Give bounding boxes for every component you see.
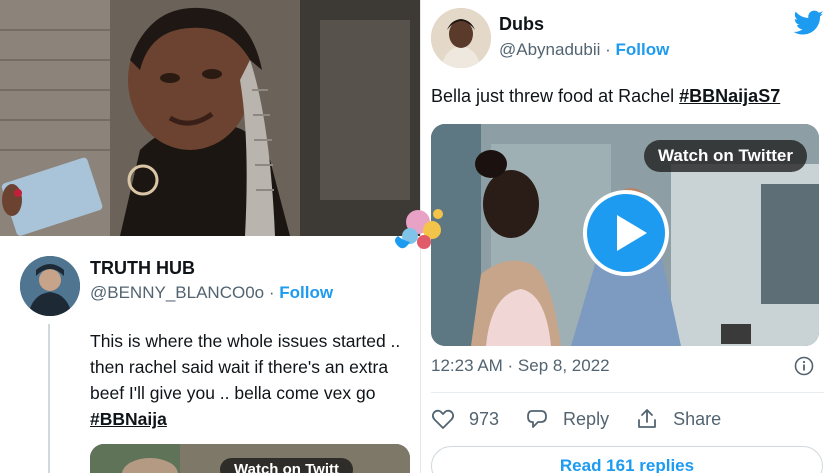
follow-button[interactable]: Follow: [616, 40, 670, 59]
hashtag-link[interactable]: #BBNaijaS7: [679, 86, 780, 106]
tweet-text: Bella just threw food at Rachel #BBNaija…: [431, 86, 780, 107]
author-handle[interactable]: @BENNY_BLANCO0o: [90, 283, 264, 302]
tweet-body: Bella just threw food at Rachel: [431, 86, 675, 106]
info-icon[interactable]: [794, 356, 814, 376]
share-button[interactable]: Share: [635, 408, 721, 430]
avatar[interactable]: [20, 256, 80, 316]
reply-button[interactable]: Reply: [525, 408, 609, 430]
dubs-tweet: Dubs @Abynadubii · Follow Bella just thr…: [420, 0, 840, 473]
share-icon: [638, 409, 656, 428]
left-column: TRUTH HUB @BENNY_BLANCO0o · Follow This …: [0, 0, 420, 473]
follow-button[interactable]: Follow: [279, 283, 333, 302]
tweet-video-preview[interactable]: Watch on Twitt: [90, 444, 410, 473]
share-label: Share: [673, 408, 722, 429]
tweet-body: This is where the whole issues started .…: [90, 331, 401, 403]
heart-icon: [431, 409, 455, 429]
thread-line: [48, 324, 50, 473]
like-button[interactable]: 973: [431, 408, 499, 430]
divider: [431, 392, 824, 393]
separator-dot: ·: [268, 283, 275, 302]
watch-on-twitter-button[interactable]: Watch on Twitter: [643, 140, 807, 172]
separator-dot: ·: [605, 40, 611, 59]
author-handle-row: @BENNY_BLANCO0o · Follow: [90, 283, 333, 303]
hashtag-link[interactable]: #BBNaija: [90, 409, 167, 429]
watch-on-twitter-button[interactable]: Watch on Twitt: [220, 458, 353, 473]
tweet-text: This is where the whole issues started .…: [90, 328, 410, 432]
like-count: 973: [469, 408, 500, 429]
avatar[interactable]: [431, 8, 491, 68]
play-icon[interactable]: [583, 190, 669, 276]
tweet-actions: 973 Reply Share: [431, 404, 747, 434]
author-name[interactable]: TRUTH HUB: [90, 258, 195, 279]
truth-hub-tweet: TRUTH HUB @BENNY_BLANCO0o · Follow This …: [0, 236, 420, 473]
portrait-photo: [0, 0, 420, 236]
tweet-video[interactable]: Watch on Twitter: [431, 124, 819, 346]
reply-label: Reply: [563, 408, 610, 429]
author-name[interactable]: Dubs: [499, 14, 544, 35]
twitter-bird-icon[interactable]: [794, 10, 824, 36]
author-handle[interactable]: @Abynadubii: [499, 40, 600, 59]
sticker-emoji: [395, 209, 443, 249]
read-replies-button[interactable]: Read 161 replies: [431, 446, 823, 473]
reply-icon: [527, 410, 547, 428]
author-handle-row: @Abynadubii · Follow: [499, 40, 669, 60]
tweet-timestamp[interactable]: 12:23 AM · Sep 8, 2022: [431, 356, 610, 376]
